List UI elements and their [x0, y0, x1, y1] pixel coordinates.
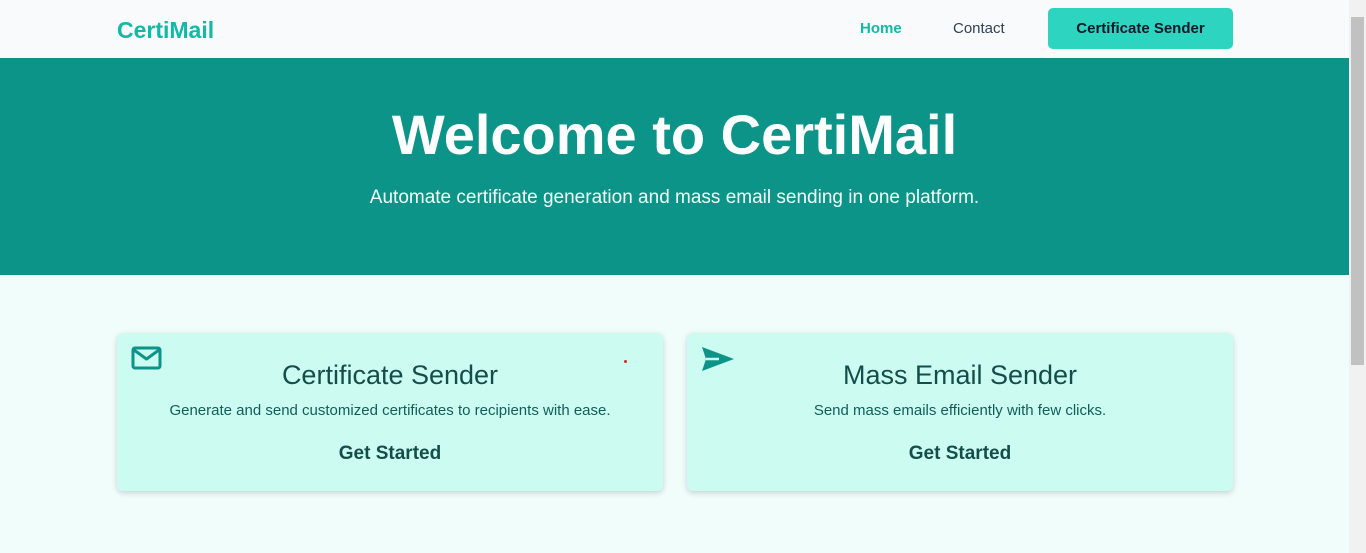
hero-subtitle: Automate certificate generation and mass…	[369, 187, 980, 208]
hero-section: Welcome to CertiMail Automate certificat…	[0, 58, 1349, 275]
decorative-dot	[624, 360, 627, 363]
brand-logo[interactable]: CertiMail	[117, 16, 214, 44]
top-navbar: CertiMail Home Contact Certificate Sende…	[0, 0, 1349, 58]
certificate-sender-button[interactable]: Certificate Sender	[1048, 8, 1233, 49]
card-description: Generate and send customized certificate…	[169, 402, 611, 419]
hero-title: Welcome to CertiMail	[391, 103, 958, 166]
get-started-link[interactable]: Get Started	[687, 442, 1233, 466]
scrollbar-thumb[interactable]	[1351, 17, 1364, 365]
card-description: Send mass emails efficiently with few cl…	[813, 402, 1107, 419]
certificate-sender-card[interactable]: Certificate Sender Generate and send cus…	[117, 333, 663, 491]
mass-email-sender-card[interactable]: Mass Email Sender Send mass emails effic…	[687, 333, 1233, 491]
card-title: Mass Email Sender	[842, 360, 1078, 390]
nav-link-home[interactable]: Home	[860, 19, 902, 39]
get-started-link[interactable]: Get Started	[117, 442, 663, 466]
nav-link-contact[interactable]: Contact	[953, 19, 1005, 39]
vertical-scrollbar[interactable]	[1349, 0, 1366, 553]
card-title: Certificate Sender	[281, 360, 499, 390]
